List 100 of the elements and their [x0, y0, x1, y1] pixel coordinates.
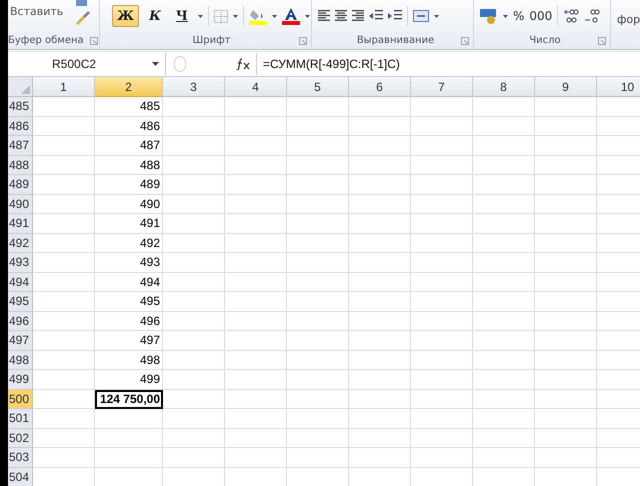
- table-cell: [287, 272, 349, 292]
- table-cell: [225, 156, 287, 175]
- table-cell: [349, 253, 411, 272]
- table-cell: [225, 292, 287, 312]
- column-header[interactable]: 4: [225, 77, 287, 97]
- column-header[interactable]: 6: [349, 77, 411, 97]
- table-cell: [33, 214, 95, 234]
- borders-icon[interactable]: [214, 10, 228, 22]
- table-cell: [535, 312, 597, 331]
- formula-field[interactable]: =СУММ(R[-499]C:R[-1]C): [256, 53, 640, 75]
- align-center-icon[interactable]: [335, 10, 347, 22]
- row-header[interactable]: 503: [8, 448, 33, 468]
- table-cell: [535, 350, 597, 370]
- number-format-button[interactable]: 000: [529, 9, 552, 23]
- italic-button[interactable]: К: [144, 5, 166, 27]
- row-header[interactable]: 500: [8, 390, 33, 409]
- column-header[interactable]: 2: [95, 77, 163, 97]
- row-header[interactable]: 497: [8, 331, 33, 350]
- caret-icon[interactable]: [232, 14, 238, 18]
- caret-icon[interactable]: [304, 14, 310, 18]
- row-header[interactable]: 495: [8, 292, 33, 312]
- table-cell: [287, 370, 349, 390]
- insert-function-icon[interactable]: [236, 58, 250, 70]
- number-format-button[interactable]: %: [513, 9, 524, 23]
- table-cell: [225, 116, 287, 136]
- table-cell: [163, 409, 225, 428]
- row-header[interactable]: 485: [8, 97, 33, 116]
- splitter-handle[interactable]: [174, 56, 186, 72]
- table-cell: [535, 390, 597, 409]
- table-cell: [411, 194, 473, 214]
- row-header[interactable]: 487: [8, 136, 33, 156]
- decrease-indent-icon[interactable]: [369, 10, 383, 22]
- row-header[interactable]: 490: [8, 194, 33, 214]
- row-header[interactable]: 488: [8, 156, 33, 175]
- table-cell: [349, 390, 411, 409]
- caret-icon[interactable]: [198, 14, 203, 18]
- table-cell: [33, 390, 95, 409]
- table-cell: [349, 312, 411, 331]
- row-header[interactable]: 493: [8, 253, 33, 272]
- row-header[interactable]: 501: [8, 409, 33, 428]
- table-cell: [33, 350, 95, 370]
- money-icon[interactable]: [480, 8, 498, 24]
- increase-decimal-icon[interactable]: [563, 9, 580, 23]
- column-header[interactable]: 3: [163, 77, 225, 97]
- row-header[interactable]: 492: [8, 234, 33, 253]
- row-header[interactable]: 504: [8, 468, 33, 486]
- column-header[interactable]: 10: [597, 77, 640, 97]
- column-header[interactable]: 9: [535, 77, 597, 97]
- column-header[interactable]: 5: [287, 77, 349, 97]
- align-left-icon[interactable]: [318, 10, 330, 22]
- table-cell: [163, 97, 225, 116]
- row-header[interactable]: 502: [8, 428, 33, 448]
- caret-icon[interactable]: [272, 14, 277, 18]
- table-cell: [411, 253, 473, 272]
- row-header[interactable]: 498: [8, 350, 33, 370]
- decrease-decimal-icon[interactable]: [584, 9, 600, 23]
- column-header[interactable]: 1: [33, 77, 95, 97]
- row-header[interactable]: 486: [8, 116, 33, 136]
- table-cell: [411, 390, 473, 409]
- table-cell: [349, 292, 411, 312]
- row-header[interactable]: 496: [8, 312, 33, 331]
- merge-cells-icon[interactable]: [413, 10, 429, 22]
- column-header[interactable]: 7: [411, 77, 473, 97]
- paste-button[interactable]: Вставить: [10, 5, 64, 18]
- name-box[interactable]: R500C2: [8, 53, 166, 75]
- fill-color-icon[interactable]: [248, 7, 267, 25]
- underline-button[interactable]: Ч: [170, 5, 193, 27]
- table-cell: [411, 370, 473, 390]
- table-cell: [535, 214, 597, 234]
- copy-icon[interactable]: [75, 0, 90, 7]
- row-header[interactable]: 499: [8, 370, 33, 390]
- table-cell: [225, 136, 287, 156]
- table-cell: [411, 214, 473, 234]
- row-header[interactable]: 489: [8, 175, 33, 194]
- table-cell: [349, 234, 411, 253]
- table-cell: [225, 214, 287, 234]
- column-header[interactable]: 8: [473, 77, 535, 97]
- align-right-icon[interactable]: [352, 10, 364, 22]
- font-color-icon[interactable]: [282, 7, 300, 25]
- table-cell: [33, 331, 95, 350]
- row-header[interactable]: 491: [8, 214, 33, 234]
- table-cell: [225, 97, 287, 116]
- table-cell: [33, 175, 95, 194]
- table-cell: [349, 350, 411, 370]
- table-cell: 487: [95, 136, 163, 156]
- table-cell: [535, 292, 597, 312]
- row-header[interactable]: 494: [8, 272, 33, 292]
- table-cell: 498: [95, 350, 163, 370]
- increase-indent-icon[interactable]: [388, 10, 402, 22]
- table-cell: [163, 272, 225, 292]
- table-cell: [411, 428, 473, 448]
- table-cell: [287, 156, 349, 175]
- table-cell: [411, 156, 473, 175]
- dropdown-caret-icon[interactable]: [152, 62, 159, 66]
- table-cell: [225, 390, 287, 409]
- table-cell: [535, 448, 597, 468]
- caret-icon[interactable]: [503, 14, 508, 18]
- bold-button[interactable]: Ж: [112, 5, 140, 27]
- table-cell: [163, 370, 225, 390]
- caret-icon[interactable]: [434, 14, 439, 18]
